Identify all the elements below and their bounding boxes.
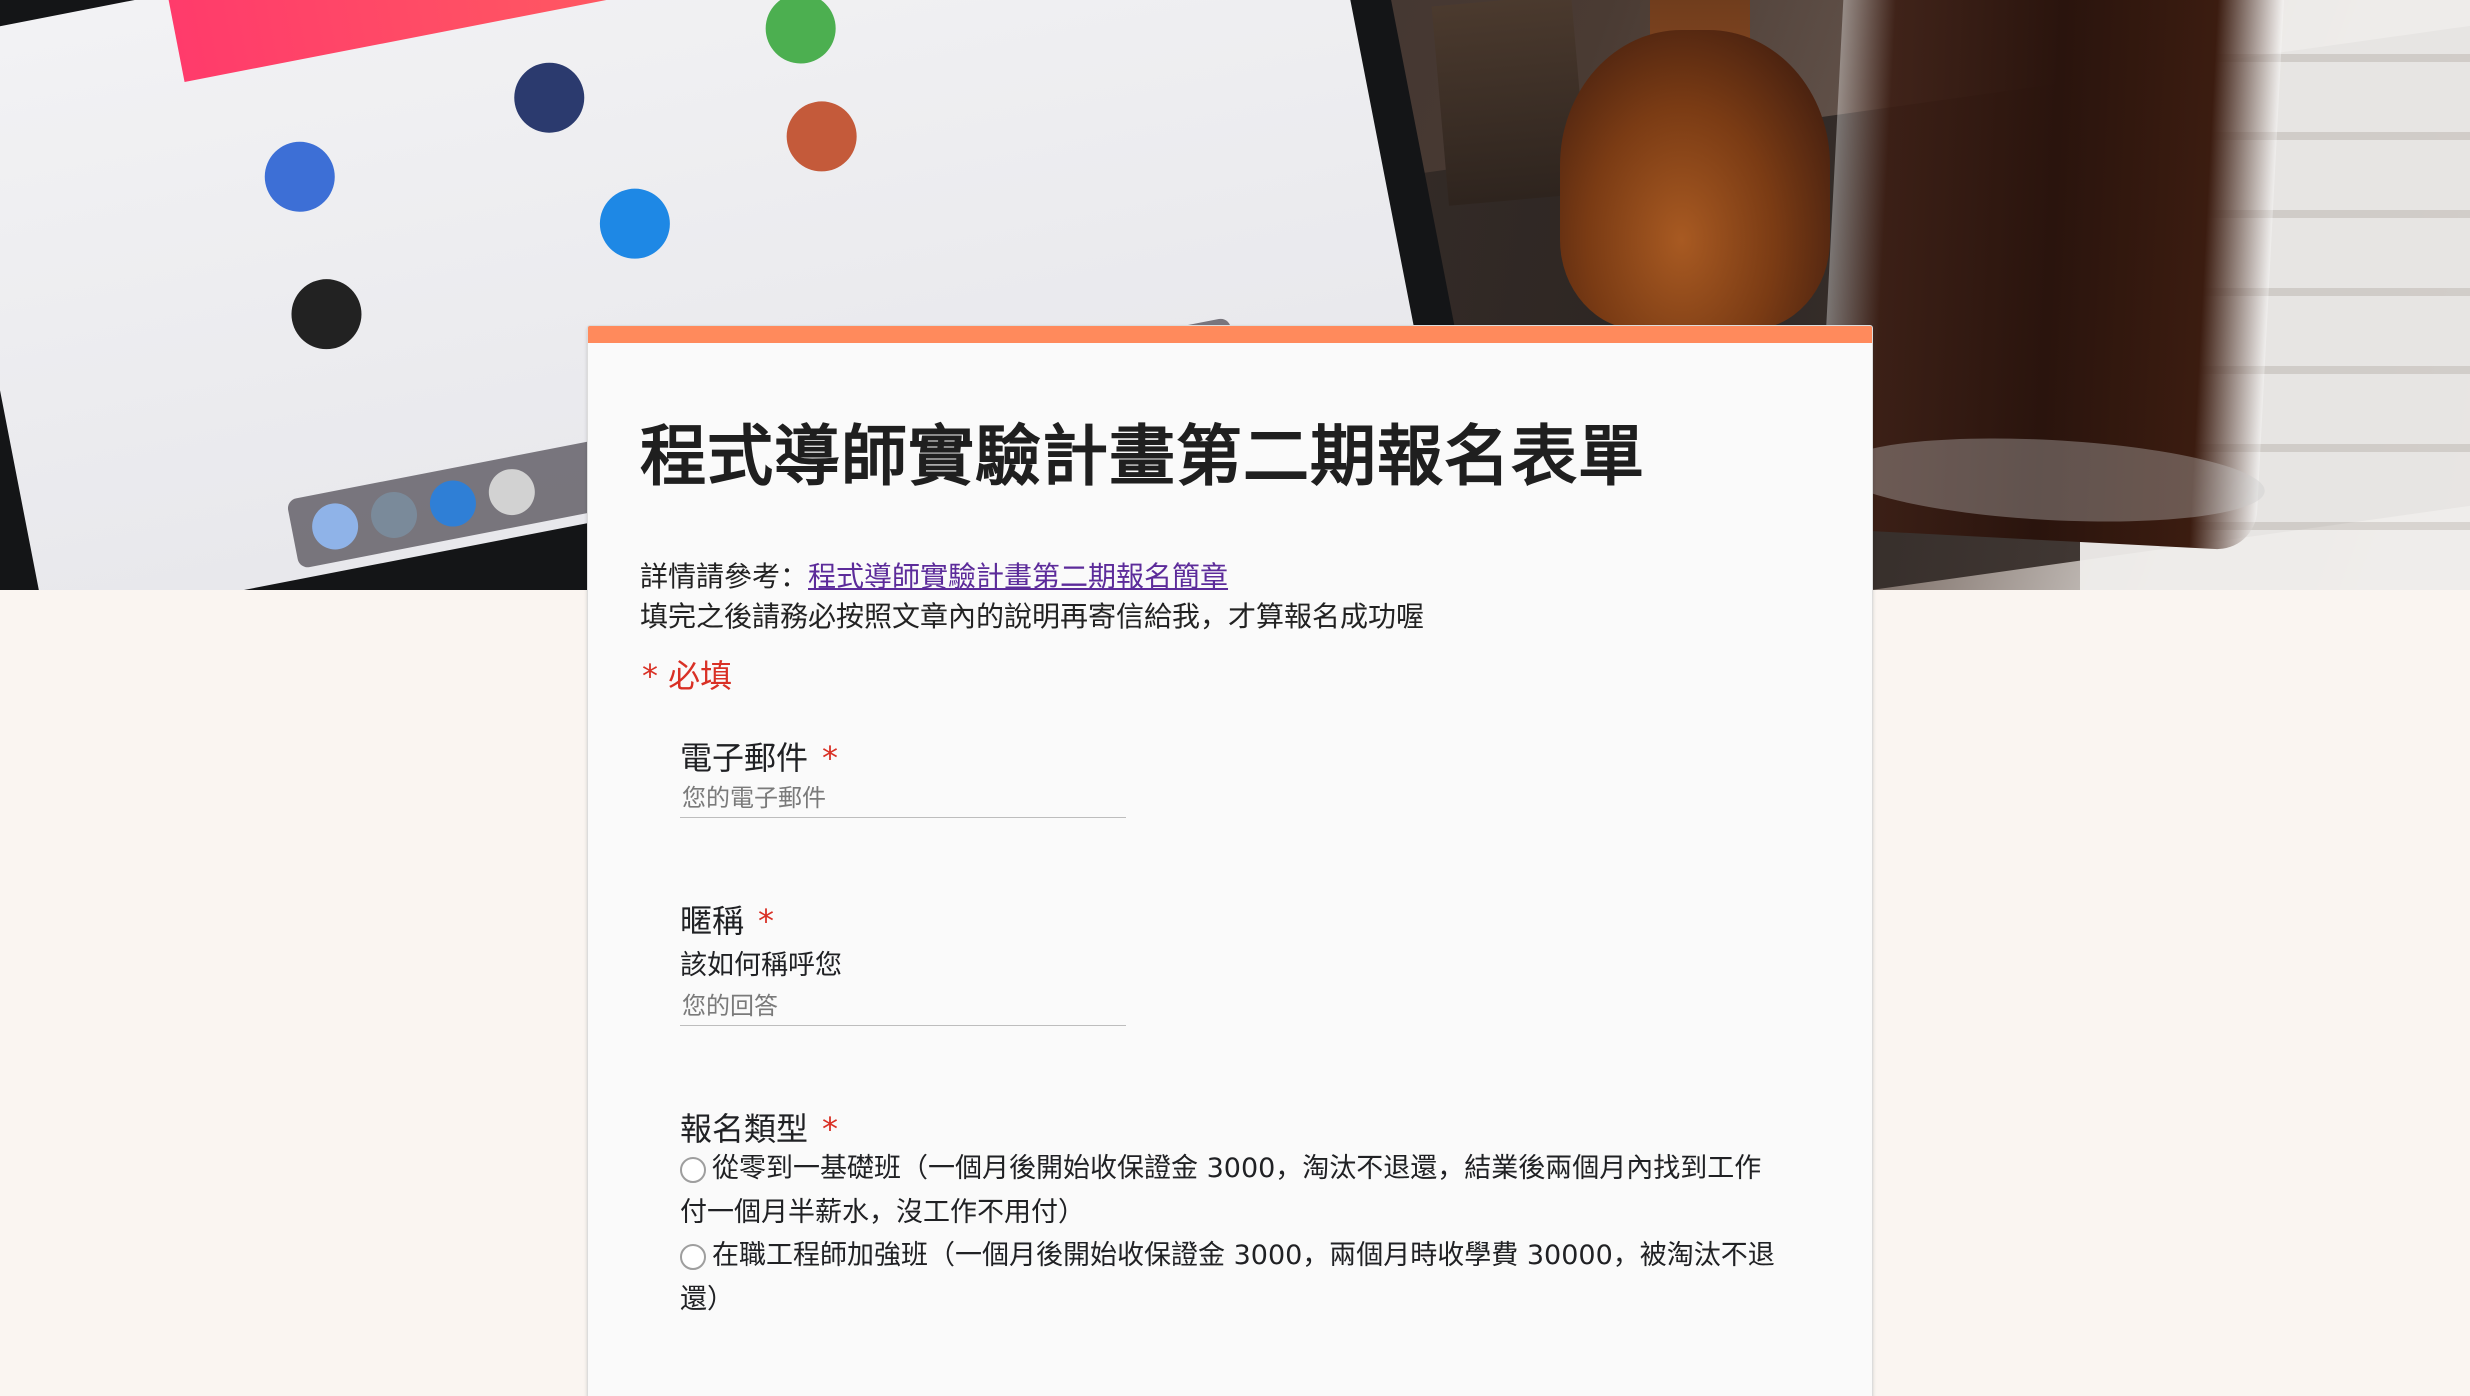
amber-vase [1560, 30, 1830, 330]
app-icon [780, 95, 863, 178]
option-label: 在職工程師加強班（一個月後開始收保證金 3000，兩個月時收學費 30000，被… [680, 1240, 1775, 1315]
question-label: 暱稱 [680, 902, 745, 940]
email-field[interactable] [680, 779, 1126, 818]
app-icon [258, 135, 341, 218]
form-title: 程式導師實驗計畫第二期報名表單 [640, 418, 1645, 495]
option-beginner-class[interactable]: 從零到一基礎班（一個月後開始收保證金 3000，淘汰不退還，結業後兩個月內找到工… [680, 1147, 1780, 1235]
required-asterisk: * [822, 1110, 839, 1148]
required-note: * 必填 [642, 657, 733, 695]
app-icon [285, 273, 368, 356]
required-asterisk: * [822, 739, 839, 777]
nickname-help-text: 該如何稱呼您 [680, 950, 842, 981]
form-description-line-2: 填完之後請務必按照文章內的說明再寄信給我，才算報名成功喔 [640, 600, 1425, 633]
screen-banner [163, 0, 872, 82]
question-registration-type-title: 報名類型 * [680, 1104, 838, 1150]
app-icon [759, 0, 842, 70]
brochure-link[interactable]: 程式導師實驗計畫第二期報名簡章 [808, 560, 1228, 593]
question-label: 報名類型 [680, 1110, 809, 1148]
app-icon [593, 182, 676, 265]
required-asterisk: * [758, 902, 775, 940]
description-prefix: 詳情請參考： [640, 560, 809, 593]
question-email-title: 電子郵件 * [680, 733, 838, 779]
question-nickname-title: 暱稱 * [680, 896, 774, 942]
dock-icon [367, 488, 421, 542]
form-page: 程式導師實驗計畫第二期報名表單 詳情請參考：程式導師實驗計畫第二期報名簡章 填完… [0, 0, 2470, 1396]
radio-button[interactable] [680, 1244, 706, 1270]
nickname-field[interactable] [680, 987, 1126, 1026]
radio-button[interactable] [680, 1157, 706, 1183]
form-card: 程式導師實驗計畫第二期報名表單 詳情請參考：程式導師實驗計畫第二期報名簡章 填完… [588, 326, 1872, 1396]
option-advanced-class[interactable]: 在職工程師加強班（一個月後開始收保證金 3000，兩個月時收學費 30000，被… [680, 1234, 1780, 1322]
dock-icon [484, 465, 539, 520]
dock-icon [425, 476, 480, 531]
dock-icon [308, 499, 363, 554]
option-label: 從零到一基礎班（一個月後開始收保證金 3000，淘汰不退還，結業後兩個月內找到工… [680, 1153, 1762, 1228]
app-icon [508, 56, 591, 139]
form-description-line-1: 詳情請參考：程式導師實驗計畫第二期報名簡章 [640, 555, 1228, 595]
question-label: 電子郵件 [680, 739, 809, 777]
